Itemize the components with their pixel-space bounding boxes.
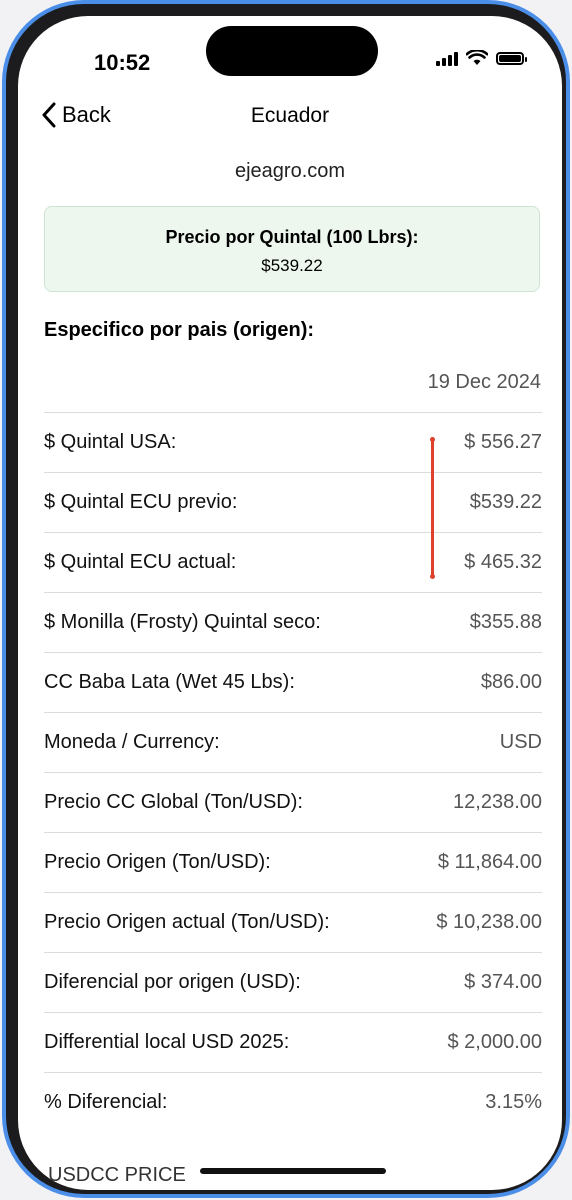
row-label: $ Quintal ECU actual: (44, 551, 237, 573)
price-table: $ Quintal USA: $ 556.27 $ Quintal ECU pre… (44, 412, 542, 1132)
row-value: $539.22 (469, 491, 542, 513)
table-row: $ Quintal ECU previo: $539.22 (44, 472, 542, 532)
row-label: % Diferencial: (44, 1091, 168, 1113)
row-label: Precio CC Global (Ton/USD): (44, 791, 303, 813)
device-bezel: 10:52 Back Ecuador ejeagro.com Precio po… (6, 4, 566, 1194)
table-row: $ Quintal ECU actual: $ 465.32 (44, 532, 542, 592)
row-label: Precio Origen actual (Ton/USD): (44, 911, 330, 933)
row-label: Precio Origen (Ton/USD): (44, 851, 271, 873)
status-time: 10:52 (94, 50, 151, 75)
device-frame: 10:52 Back Ecuador ejeagro.com Precio po… (2, 0, 570, 1198)
status-icons (436, 50, 527, 66)
row-value: 12,238.00 (453, 791, 542, 813)
row-value: $ 556.27 (464, 431, 542, 453)
table-row: Precio Origen actual (Ton/USD): $ 10,238.… (44, 892, 542, 952)
row-value: $ 11,864.00 (437, 851, 542, 873)
screen: 10:52 Back Ecuador ejeagro.com Precio po… (18, 16, 562, 1190)
row-label: $ Quintal USA: (44, 431, 177, 453)
price-summary-value: $539.22 (261, 256, 323, 275)
row-value: $ 374.00 (464, 971, 542, 993)
partial-row-label: USDCC PRICE (48, 1164, 186, 1186)
row-value: USD (499, 731, 542, 753)
date-label: 19 Dec 2024 (427, 371, 541, 393)
row-label: CC Baba Lata (Wet 45 Lbs): (44, 671, 295, 693)
price-summary-title: Precio por Quintal (100 Lbrs): (165, 227, 419, 247)
battery-icon (496, 51, 527, 65)
table-row: % Diferencial: 3.15% (44, 1072, 542, 1132)
row-value: $ 465.32 (464, 551, 542, 573)
row-value: $355.88 (469, 611, 542, 633)
table-row: Diferencial por origen (USD): $ 374.00 (44, 952, 542, 1012)
table-row: Precio Origen (Ton/USD): $ 11,864.00 (44, 832, 542, 892)
wifi-icon (466, 50, 488, 65)
home-indicator[interactable] (200, 1168, 386, 1174)
row-label: $ Quintal ECU previo: (44, 491, 238, 513)
section-heading: Especifico por pais (origen): (44, 319, 315, 341)
table-row: CC Baba Lata (Wet 45 Lbs): $86.00 (44, 652, 542, 712)
row-value: $ 10,238.00 (436, 911, 542, 933)
row-label: $ Monilla (Frosty) Quintal seco: (44, 611, 321, 633)
cellular-signal-icon (436, 50, 458, 66)
row-value: $86.00 (480, 671, 542, 693)
table-row: Moneda / Currency: USD (44, 712, 542, 772)
row-value: 3.15% (485, 1091, 542, 1113)
table-row: Precio CC Global (Ton/USD): 12,238.00 (44, 772, 542, 832)
dynamic-island (206, 26, 378, 76)
table-row: Differential local USD 2025: $ 2,000.00 (44, 1012, 542, 1072)
row-value: $ 2,000.00 (447, 1031, 542, 1053)
table-row: $ Monilla (Frosty) Quintal seco: $355.88 (44, 592, 542, 652)
page-title: Ecuador (250, 104, 330, 127)
row-label: Diferencial por origen (USD): (44, 971, 301, 993)
highlight-annotation-line (430, 437, 435, 579)
row-label: Differential local USD 2025: (44, 1031, 290, 1053)
table-row: $ Quintal USA: $ 556.27 (44, 412, 542, 472)
site-label: ejeagro.com (234, 160, 346, 182)
row-label: Moneda / Currency: (44, 731, 220, 753)
price-summary-card: Precio por Quintal (100 Lbrs): $539.22 (44, 206, 540, 292)
